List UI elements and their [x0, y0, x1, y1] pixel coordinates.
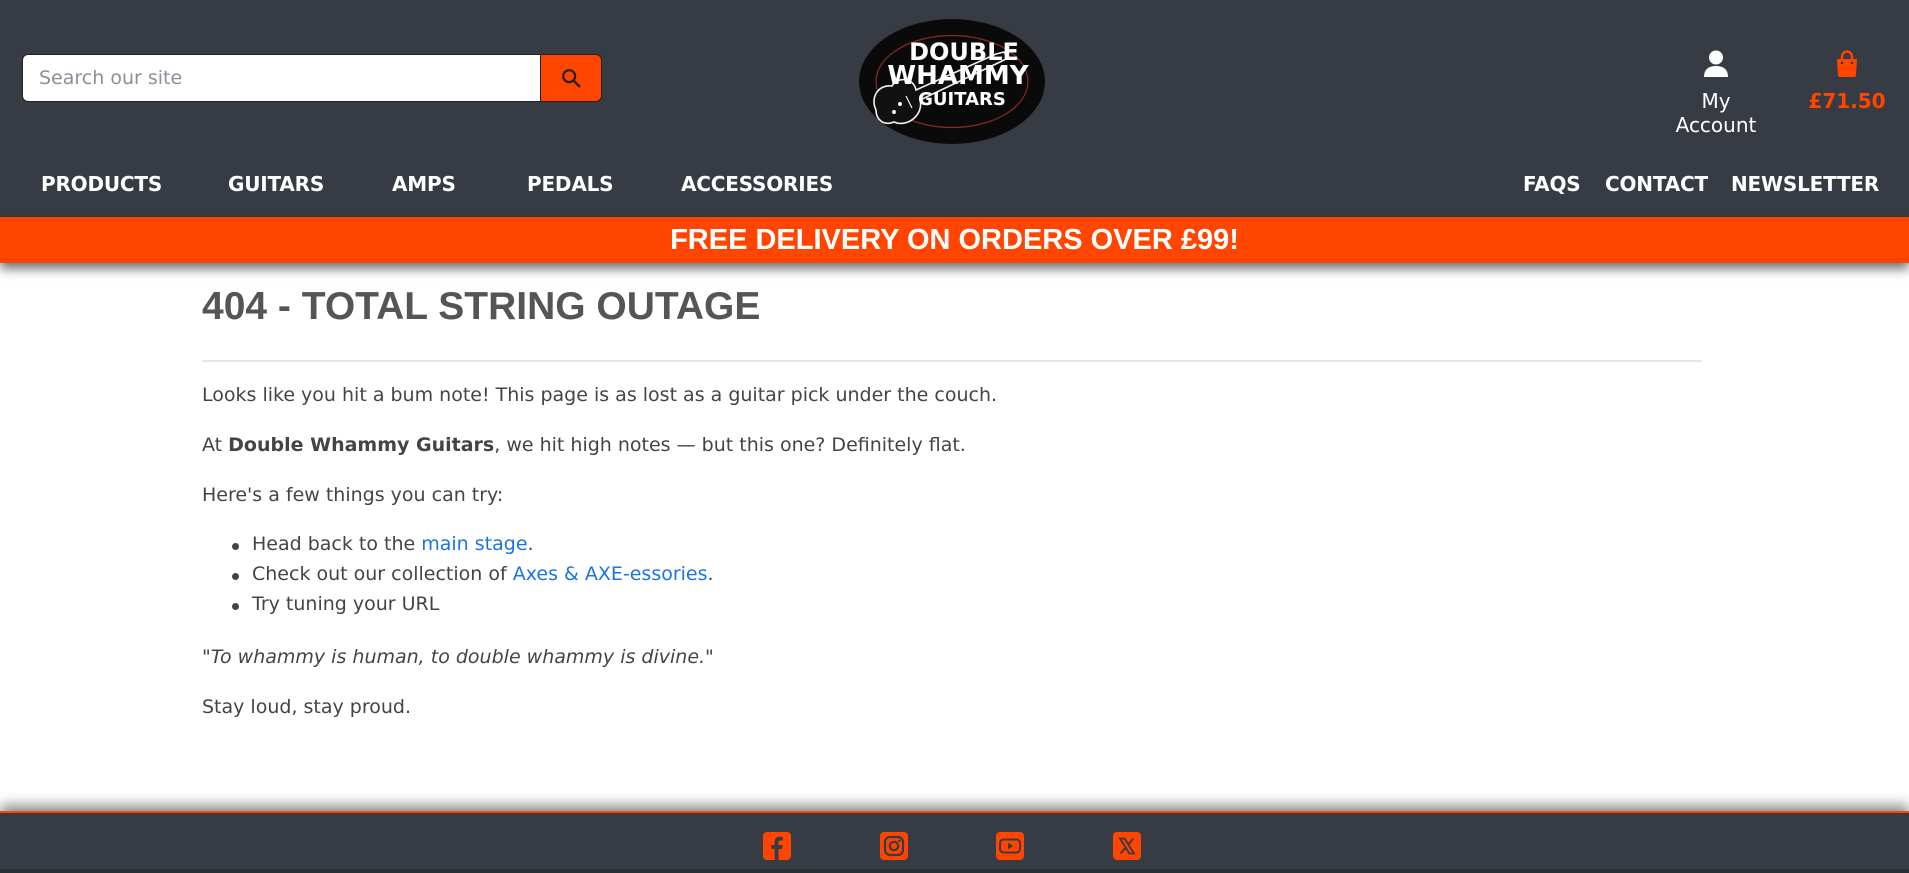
nav-accessories[interactable]: ACCESSORIES: [681, 172, 833, 196]
free-delivery-banner: FREE DELIVERY ON ORDERS OVER £99!: [0, 217, 1909, 263]
nav-amps[interactable]: AMPS: [392, 172, 456, 196]
axes-accessories-link[interactable]: Axes & AXE-essories: [513, 563, 708, 585]
user-icon: [1704, 50, 1728, 77]
my-account-link[interactable]: My Account: [1660, 50, 1772, 137]
tips-list: Head back to the main stage. Check out o…: [202, 533, 714, 623]
brand-paragraph-suffix: , we hit high notes — but this one? Defi…: [494, 434, 966, 456]
sign-off: Stay loud, stay proud.: [202, 696, 412, 718]
whammy-quote: "To whammy is human, to double whammy is…: [202, 646, 714, 668]
tip-suffix: .: [707, 563, 714, 585]
site-header: DOUBLE WHAMMY GUITARS My Account £71.50 …: [0, 0, 1909, 217]
nav-newsletter[interactable]: NEWSLETTER: [1731, 172, 1879, 196]
logo-text-whammy: WHAMMY: [887, 61, 1029, 91]
list-item: Try tuning your URL: [202, 593, 714, 623]
search-bar: [22, 54, 602, 102]
brand-name: Double Whammy Guitars: [228, 434, 495, 456]
instagram-icon[interactable]: [880, 832, 908, 860]
tips-intro: Here's a few things you can try:: [202, 484, 504, 506]
nav-products[interactable]: PRODUCTS: [41, 172, 162, 196]
brand-paragraph: At Double Whammy Guitars, we hit high no…: [202, 434, 966, 456]
nav-pedals[interactable]: PEDALS: [527, 172, 614, 196]
nav-contact[interactable]: CONTACT: [1605, 172, 1708, 196]
list-item: Check out our collection of Axes & AXE-e…: [202, 563, 714, 593]
shopping-bag-icon: [1837, 50, 1857, 77]
search-button[interactable]: [540, 54, 602, 102]
tip-text: Try tuning your URL: [252, 593, 440, 615]
tip-text: Check out our collection of: [252, 563, 513, 585]
nav-guitars[interactable]: GUITARS: [228, 172, 324, 196]
page-title: 404 - TOTAL STRING OUTAGE: [202, 285, 761, 328]
x-twitter-icon[interactable]: [1113, 832, 1141, 860]
search-input[interactable]: [22, 54, 540, 102]
title-divider: [202, 360, 1702, 362]
site-footer: [0, 811, 1909, 873]
search-icon: [562, 69, 581, 88]
main-stage-link[interactable]: main stage: [421, 533, 527, 555]
facebook-icon[interactable]: [763, 832, 791, 860]
logo-text-guitars: GUITARS: [918, 89, 1006, 110]
youtube-icon[interactable]: [996, 832, 1024, 860]
my-account-label: My Account: [1675, 89, 1757, 137]
list-item: Head back to the main stage.: [202, 533, 714, 563]
site-logo[interactable]: DOUBLE WHAMMY GUITARS: [858, 18, 1046, 145]
brand-paragraph-prefix: At: [202, 434, 229, 456]
footer-bottom-bar: [0, 869, 1909, 873]
tip-text: Head back to the: [252, 533, 422, 555]
cart-link[interactable]: £71.50: [1808, 50, 1886, 113]
nav-faqs[interactable]: FAQS: [1523, 172, 1581, 196]
tip-suffix: .: [527, 533, 534, 555]
intro-paragraph: Looks like you hit a bum note! This page…: [202, 384, 998, 406]
cart-total: £71.50: [1808, 89, 1886, 113]
